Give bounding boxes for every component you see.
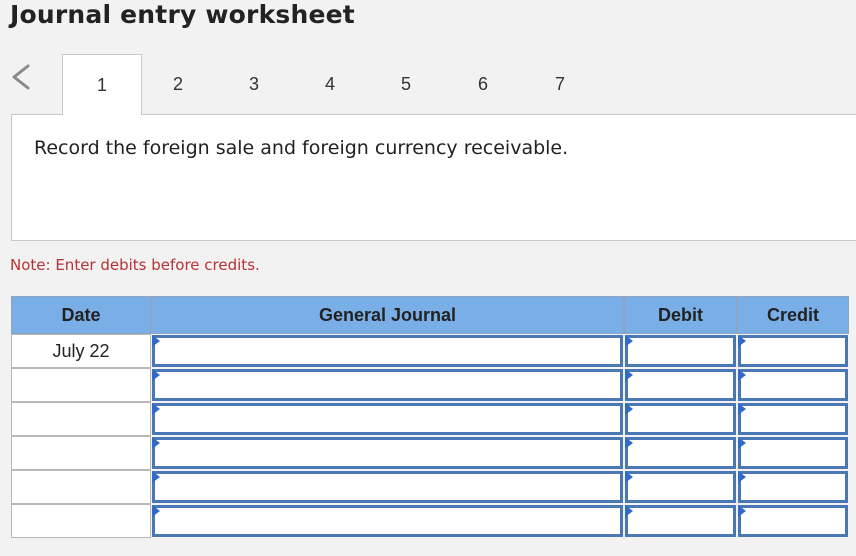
table-row — [11, 504, 151, 538]
date-cell: July 22 — [52, 341, 110, 361]
dropdown-triangle-icon — [152, 335, 160, 347]
dropdown-triangle-icon — [152, 369, 160, 381]
tab-4[interactable]: 4 — [292, 54, 368, 114]
debit-input[interactable] — [625, 335, 736, 367]
tab-5[interactable]: 5 — [368, 54, 444, 114]
tab-3[interactable]: 3 — [216, 54, 292, 114]
credit-input[interactable] — [738, 437, 848, 469]
dropdown-triangle-icon — [625, 505, 633, 517]
dropdown-triangle-icon — [738, 369, 746, 381]
table-row — [11, 470, 151, 504]
credit-input[interactable] — [738, 505, 848, 537]
debit-input[interactable] — [625, 471, 736, 503]
note-text: Note: Enter debits before credits. — [10, 256, 260, 274]
instruction-text: Record the foreign sale and foreign curr… — [34, 137, 569, 159]
table-row — [11, 368, 151, 402]
dropdown-triangle-icon — [625, 437, 633, 449]
previous-arrow-icon[interactable] — [8, 62, 36, 92]
column-header-credit: Credit — [737, 296, 849, 334]
dropdown-triangle-icon — [625, 369, 633, 381]
column-header-date: Date — [11, 296, 151, 334]
page-title: Journal entry worksheet — [10, 0, 355, 29]
credit-input[interactable] — [738, 335, 848, 367]
account-input[interactable] — [152, 505, 623, 537]
dropdown-triangle-icon — [152, 505, 160, 517]
account-input[interactable] — [152, 471, 623, 503]
dropdown-triangle-icon — [152, 403, 160, 415]
table-row — [11, 402, 151, 436]
account-input[interactable] — [152, 369, 623, 401]
dropdown-triangle-icon — [738, 403, 746, 415]
dropdown-triangle-icon — [152, 437, 160, 449]
tab-6[interactable]: 6 — [444, 54, 522, 114]
dropdown-triangle-icon — [625, 403, 633, 415]
debit-input[interactable] — [625, 505, 736, 537]
table-row: July 22 — [11, 334, 151, 368]
account-input[interactable] — [152, 403, 623, 435]
dropdown-triangle-icon — [738, 505, 746, 517]
table-row — [11, 436, 151, 470]
tab-1[interactable]: 1 — [62, 54, 142, 115]
credit-input[interactable] — [738, 369, 848, 401]
account-input[interactable] — [152, 437, 623, 469]
instruction-panel: Record the foreign sale and foreign curr… — [11, 114, 856, 241]
dropdown-triangle-icon — [738, 335, 746, 347]
debit-input[interactable] — [625, 369, 736, 401]
tab-7[interactable]: 7 — [522, 54, 598, 114]
dropdown-triangle-icon — [738, 437, 746, 449]
debit-input[interactable] — [625, 437, 736, 469]
dropdown-triangle-icon — [152, 471, 160, 483]
dropdown-triangle-icon — [625, 471, 633, 483]
account-input[interactable] — [152, 335, 623, 367]
debit-input[interactable] — [625, 403, 736, 435]
credit-input[interactable] — [738, 471, 848, 503]
dropdown-triangle-icon — [625, 335, 633, 347]
tab-2[interactable]: 2 — [140, 54, 216, 114]
column-header-general-journal: General Journal — [151, 296, 624, 334]
credit-input[interactable] — [738, 403, 848, 435]
column-header-debit: Debit — [624, 296, 737, 334]
dropdown-triangle-icon — [738, 471, 746, 483]
